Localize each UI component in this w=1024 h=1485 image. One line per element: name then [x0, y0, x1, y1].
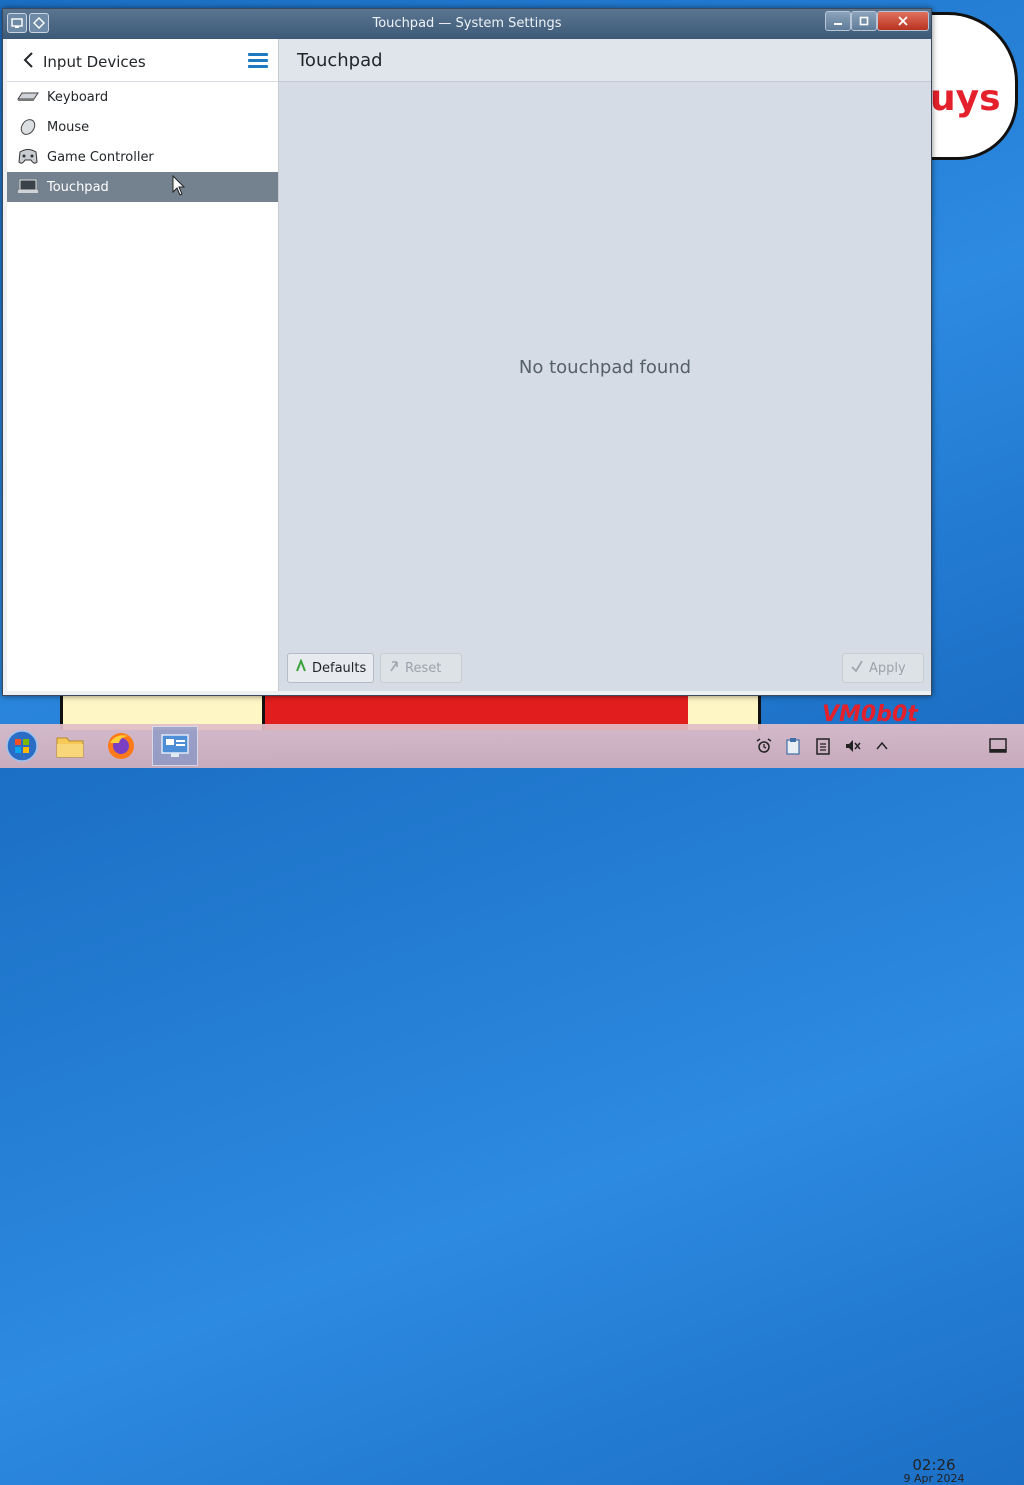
system-settings-icon	[161, 734, 189, 757]
sidebar-item-mouse[interactable]: Mouse	[7, 112, 278, 142]
sidebar-item-label: Keyboard	[47, 89, 109, 105]
sidebar-item-touchpad[interactable]: Touchpad	[7, 172, 278, 202]
sidebar-item-game-controller[interactable]: Game Controller	[7, 142, 278, 172]
keyboard-icon	[17, 88, 39, 106]
sidebar: Input Devices Keyboard Mouse Game Contro…	[7, 39, 279, 691]
wallpaper-text: uys	[930, 78, 1001, 119]
sidebar-item-label: Game Controller	[47, 149, 154, 165]
window-titlebar[interactable]: Touchpad — System Settings	[3, 9, 931, 39]
back-button[interactable]	[19, 50, 39, 70]
file-manager-button[interactable]	[50, 726, 90, 766]
window-title: Touchpad — System Settings	[372, 16, 562, 31]
page-title: Touchpad	[297, 50, 383, 71]
apply-label: Apply	[869, 660, 906, 676]
firefox-icon	[108, 733, 134, 759]
sidebar-item-keyboard[interactable]: Keyboard	[7, 82, 278, 112]
defaults-icon	[295, 658, 307, 677]
maximize-button[interactable]	[851, 11, 877, 31]
firefox-button[interactable]	[101, 726, 141, 766]
defaults-label: Defaults	[312, 660, 367, 676]
speaker-muted-icon[interactable]	[843, 736, 863, 756]
reset-icon	[388, 659, 400, 677]
system-settings-task[interactable]	[152, 726, 198, 766]
reset-button[interactable]: Reset	[380, 653, 462, 683]
start-menu-icon	[6, 730, 38, 762]
alarm-icon[interactable]	[754, 736, 774, 756]
apply-button[interactable]: Apply	[842, 653, 924, 683]
clock-date[interactable]: 9 Apr 2024	[890, 1472, 978, 1485]
close-button[interactable]	[877, 11, 929, 31]
show-desktop-icon[interactable]	[988, 736, 1008, 756]
gamepad-icon	[17, 148, 39, 166]
sidebar-item-label: Touchpad	[47, 179, 109, 195]
chevron-left-icon	[23, 52, 33, 68]
start-menu-button[interactable]	[2, 726, 42, 766]
touchpad-icon	[17, 178, 39, 196]
file-manager-icon	[56, 737, 84, 758]
hamburger-menu-button[interactable]	[248, 53, 268, 69]
defaults-button[interactable]: Defaults	[287, 653, 375, 683]
content-header: Touchpad	[279, 39, 931, 82]
content-panel: Touchpad No touchpad found Defaults Rese…	[279, 39, 931, 691]
chevron-up-icon[interactable]	[872, 736, 892, 756]
clipboard-icon[interactable]	[783, 736, 803, 756]
sidebar-header: Input Devices	[7, 39, 278, 82]
reset-label: Reset	[405, 660, 442, 676]
mouse-icon	[17, 118, 39, 136]
taskbar: 02:26 9 Apr 2024	[0, 724, 1024, 1485]
notes-icon[interactable]	[813, 736, 833, 756]
empty-state-message: No touchpad found	[518, 357, 692, 378]
minimize-button[interactable]	[825, 11, 851, 31]
sidebar-item-label: Mouse	[47, 119, 90, 135]
mouse-pointer-icon	[172, 174, 186, 201]
system-settings-window: Touchpad — System Settings Input Devices…	[2, 8, 932, 696]
sidebar-title: Input Devices	[43, 53, 146, 71]
checkmark-icon	[850, 659, 864, 677]
